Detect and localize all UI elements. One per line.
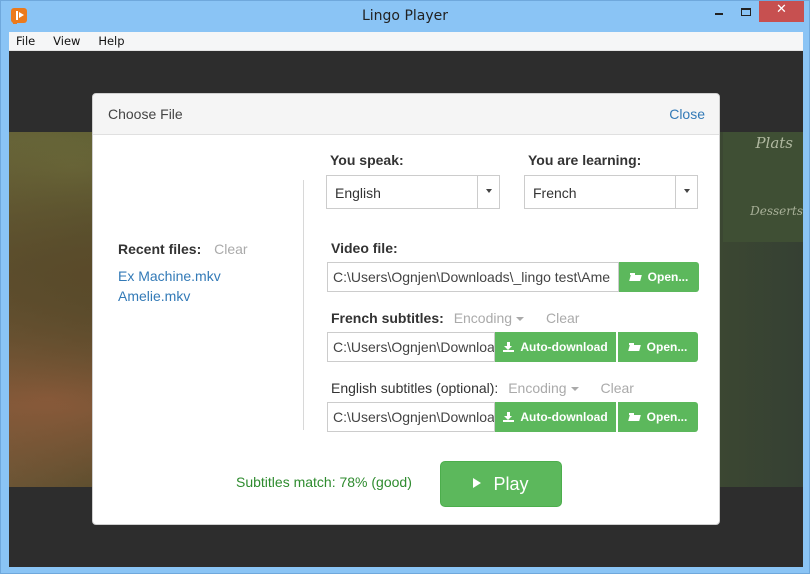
choose-file-dialog: Choose File Close Recent files: Clear Ex… (92, 93, 720, 525)
french-open-button[interactable]: Open... (618, 332, 698, 362)
english-auto-download-button[interactable]: Auto-download (495, 402, 616, 432)
recent-file-item[interactable]: Amelie.mkv (118, 286, 248, 306)
close-window-button[interactable]: ✕ (759, 1, 804, 22)
chalkboard-image: Plats Desserts (723, 132, 803, 242)
dialog-close-link[interactable]: Close (669, 106, 705, 122)
you-learning-label: You are learning: (528, 152, 642, 168)
play-icon (473, 478, 482, 489)
you-speak-value: English (335, 185, 381, 201)
window-title: Lingo Player (361, 8, 449, 24)
title-bar[interactable]: Lingo Player ✕ (1, 1, 809, 32)
folder-open-icon (629, 272, 642, 281)
french-subtitles-row: French subtitles: Encoding Clear (331, 310, 579, 326)
french-subtitles-input[interactable]: C:\Users\Ognjen\Downloa (327, 332, 495, 362)
minimize-button[interactable] (701, 1, 727, 22)
caret-down-icon (684, 189, 690, 193)
video-file-input[interactable]: C:\Users\Ognjen\Downloads\_lingo test\Am… (327, 262, 619, 292)
english-subtitles-clear-link[interactable]: Clear (600, 380, 633, 396)
folder-open-icon (628, 412, 641, 421)
english-subtitles-label: English subtitles (optional): (331, 380, 499, 396)
recent-files-label: Recent files: (118, 241, 202, 257)
download-icon (503, 341, 515, 352)
video-file-label: Video file: (331, 240, 398, 256)
you-speak-dropdown-toggle[interactable] (477, 176, 499, 208)
close-icon: ✕ (776, 2, 787, 17)
dialog-title: Choose File (108, 106, 183, 122)
chalk-text-desserts: Desserts (750, 204, 803, 218)
english-open-button[interactable]: Open... (618, 402, 698, 432)
recent-file-item[interactable]: Ex Machine.mkv (118, 266, 248, 286)
recent-files-clear-link[interactable]: Clear (214, 241, 247, 257)
you-learning-dropdown-toggle[interactable] (675, 176, 697, 208)
play-label: Play (493, 474, 529, 494)
caret-down-icon (486, 189, 492, 193)
menu-file[interactable]: File (9, 32, 42, 51)
french-subtitles-path: C:\Users\Ognjen\Downloa (333, 339, 495, 355)
french-open-label: Open... (646, 340, 688, 354)
you-learning-select[interactable]: French (524, 175, 698, 209)
french-subtitles-clear-link[interactable]: Clear (546, 310, 579, 326)
menu-bar: File View Help (9, 32, 803, 51)
you-speak-select[interactable]: English (326, 175, 500, 209)
video-file-path: C:\Users\Ognjen\Downloads\_lingo test\Am… (333, 269, 611, 285)
french-subtitles-label: French subtitles: (331, 310, 444, 326)
play-button[interactable]: Play (440, 461, 562, 507)
french-encoding-label: Encoding (453, 310, 513, 326)
you-learning-value: French (533, 185, 577, 201)
recent-files-panel: Recent files: Clear Ex Machine.mkv Ameli… (118, 241, 248, 306)
english-auto-download-label: Auto-download (520, 410, 608, 424)
french-encoding-dropdown[interactable]: Encoding (453, 310, 525, 326)
english-encoding-dropdown[interactable]: Encoding (508, 380, 579, 396)
dialog-header: Choose File Close (93, 94, 719, 135)
panel-divider (303, 180, 304, 430)
video-open-button[interactable]: Open... (619, 262, 699, 292)
caret-down-icon (570, 387, 579, 392)
video-open-label: Open... (647, 270, 689, 284)
menu-view[interactable]: View (46, 32, 87, 51)
english-encoding-label: Encoding (508, 380, 567, 396)
maximize-icon (741, 8, 751, 16)
recent-files-list: Ex Machine.mkv Amelie.mkv (118, 266, 248, 306)
chalk-text-plats: Plats (755, 134, 793, 152)
menu-help[interactable]: Help (91, 32, 131, 51)
subtitles-match-status: Subtitles match: 78% (good) (236, 474, 412, 490)
you-speak-label: You speak: (330, 152, 404, 168)
french-auto-download-button[interactable]: Auto-download (495, 332, 616, 362)
english-subtitles-row: English subtitles (optional): Encoding C… (331, 380, 634, 396)
caret-down-icon (516, 317, 525, 322)
download-icon (503, 411, 515, 422)
maximize-button[interactable] (728, 1, 754, 22)
folder-open-icon (628, 342, 641, 351)
english-subtitles-path: C:\Users\Ognjen\Downloa (333, 409, 495, 425)
app-window: Lingo Player ✕ File View Help Plats Dess… (0, 0, 810, 574)
english-open-label: Open... (646, 410, 688, 424)
french-auto-download-label: Auto-download (520, 340, 608, 354)
minimize-icon (715, 13, 723, 15)
english-subtitles-input[interactable]: C:\Users\Ognjen\Downloa (327, 402, 495, 432)
